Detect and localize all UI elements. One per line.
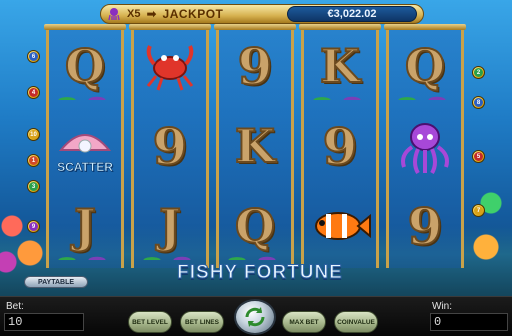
line-marker-left[interactable]: 4 [27, 86, 40, 99]
octopus-icon [401, 123, 449, 175]
spin-arrows-icon [245, 307, 265, 327]
line-marker-left[interactable]: 1 [27, 154, 40, 167]
spin-button[interactable] [234, 299, 276, 335]
scatter-label: SCATTER [57, 160, 113, 175]
symbol-q: Q [49, 26, 121, 106]
symbol-j: J [49, 186, 121, 266]
line-marker-left[interactable]: 9 [27, 220, 40, 233]
reel-3: 9 K Q [214, 24, 296, 268]
clownfish-symbol [304, 186, 376, 266]
paytable-button[interactable]: PAYTABLE [24, 276, 88, 288]
symbol-9: 9 [322, 116, 359, 177]
coin-value-label-line2: VALUE [353, 318, 375, 326]
arrow-right-icon: ➡ [146, 7, 157, 21]
bet-value: 10 [4, 313, 84, 331]
bet-label: Bet: [6, 301, 24, 312]
coin-value-label-line1: COIN [337, 318, 354, 326]
line-marker-right[interactable]: 5 [472, 150, 485, 163]
line-marker-right[interactable]: 8 [472, 96, 485, 109]
game-stage: X5 ➡ JACKPOT €3,022.02 6 4 10 1 3 9 2 8 … [0, 0, 512, 336]
reel-frame: Q SCATTER J 9 J 9 K Q K 9 Q 9 [44, 24, 466, 268]
line-marker-left[interactable]: 3 [27, 180, 40, 193]
line-marker-left[interactable]: 10 [27, 128, 40, 141]
scatter-pearl-symbol: SCATTER [49, 106, 121, 186]
jackpot-amount: €3,022.02 [287, 6, 417, 22]
coin-value-button[interactable]: COIN VALUE [334, 311, 378, 333]
line-marker-right[interactable]: 2 [472, 66, 485, 79]
clownfish-icon [315, 212, 371, 240]
crab-icon [146, 45, 194, 91]
symbol-q: Q [219, 186, 291, 266]
jackpot-label: JACKPOT [162, 7, 224, 21]
max-bet-button[interactable]: MAX BET [282, 311, 326, 333]
octopus-symbol [389, 106, 461, 186]
coral-right-decoration [466, 170, 512, 280]
bet-level-button[interactable]: BET LEVEL [128, 311, 172, 333]
control-bar: Bet: 10 BET LEVEL BET LINES MAX BET COIN… [0, 296, 512, 336]
reel-1: Q SCATTER J [44, 24, 126, 268]
line-marker-right[interactable]: 7 [472, 204, 485, 217]
jackpot-multiplier: X5 [127, 8, 141, 20]
symbol-k: K [304, 26, 376, 106]
symbol-9: 9 [237, 36, 274, 97]
reel-2: 9 J [129, 24, 211, 268]
win-label: Win: [432, 301, 452, 312]
symbol-q: Q [389, 26, 461, 106]
symbol-k: K [234, 118, 276, 174]
symbol-9: 9 [152, 116, 189, 177]
crab-symbol [134, 26, 206, 106]
jackpot-bar: X5 ➡ JACKPOT €3,022.02 [100, 4, 424, 24]
reel-4: K 9 [299, 24, 381, 268]
bet-lines-button[interactable]: BET LINES [180, 311, 224, 333]
line-marker-left[interactable]: 6 [27, 50, 40, 63]
win-value: 0 [430, 313, 508, 331]
reel-5: Q 9 [384, 24, 466, 268]
octopus-icon [107, 7, 121, 21]
symbol-j: J [134, 186, 206, 266]
game-title: FISHY FORTUNE [177, 262, 343, 284]
symbol-9: 9 [407, 196, 444, 257]
